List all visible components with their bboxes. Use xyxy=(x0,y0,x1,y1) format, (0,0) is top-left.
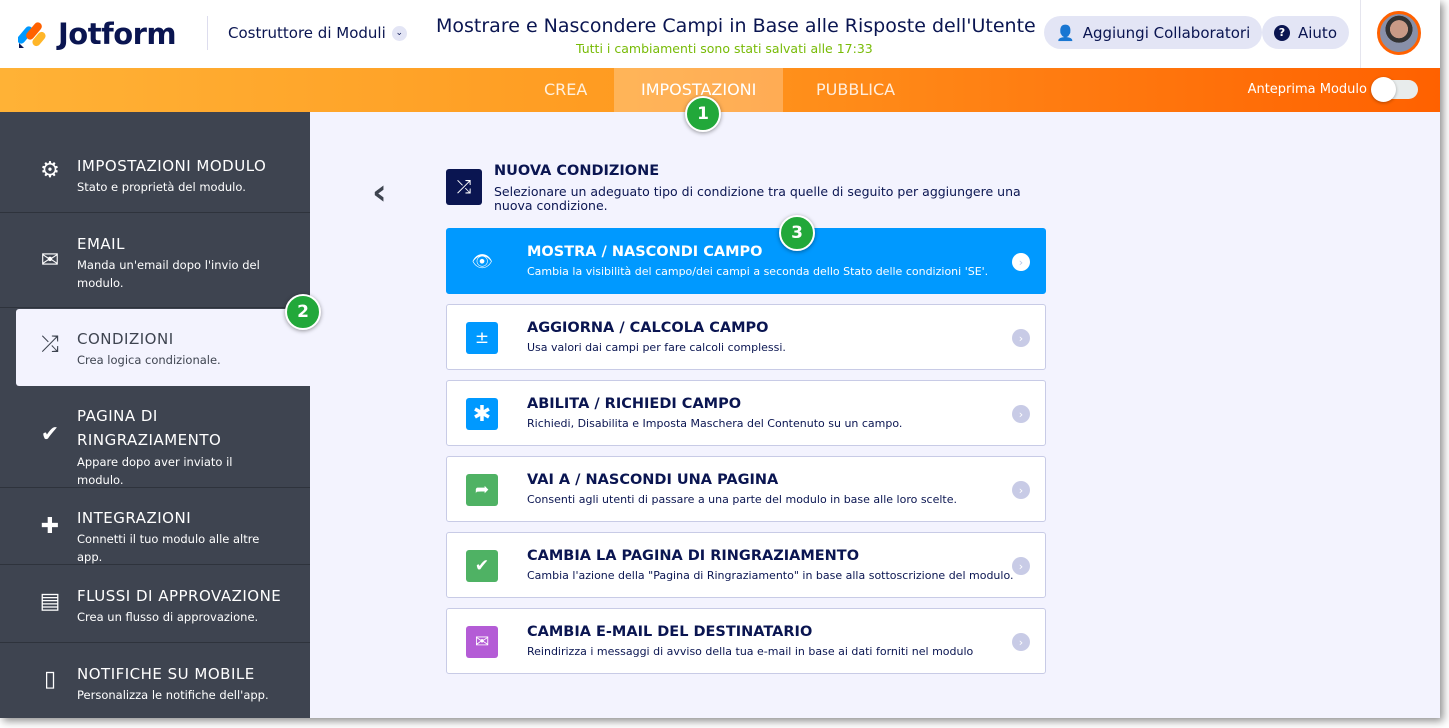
card-desc: Cambia l'azione della "Pagina di Ringraz… xyxy=(527,569,1014,582)
sidebar-item-desc: Manda un'email dopo l'invio del modulo. xyxy=(77,258,260,290)
gear-icon: ⚙ xyxy=(40,158,60,183)
chevron-right-icon: › xyxy=(1012,329,1030,347)
chevron-right-icon: › xyxy=(1012,405,1030,423)
save-status: Tutti i cambiamenti sono stati salvati a… xyxy=(576,41,873,56)
help-label: Aiuto xyxy=(1298,23,1337,42)
divider xyxy=(207,16,208,50)
eye-icon: 👁 xyxy=(471,252,493,272)
form-title[interactable]: Mostrare e Nascondere Campi in Base alle… xyxy=(436,15,1036,37)
sidebar-item-title: EMAIL xyxy=(77,235,125,253)
sidebar-item-desc: Crea un flusso di approvazione. xyxy=(77,610,259,624)
jotform-logo-icon xyxy=(18,22,46,48)
condition-show-hide-field[interactable]: 👁 MOSTRA / NASCONDI CAMPO Cambia la visibi… xyxy=(446,228,1046,294)
card-desc: Cambia la visibilità del campo/dei campi… xyxy=(527,265,989,278)
sidebar: ⚙ IMPOSTAZIONI MODULO Stato e proprietà de… xyxy=(0,112,310,718)
sidebar-item-integrations[interactable]: ✚ INTEGRAZIONI Connetti il tuo modulo alle… xyxy=(0,488,310,565)
divider xyxy=(1360,0,1361,68)
step-badge-2: 2 xyxy=(285,294,321,330)
condition-skip-hide-page[interactable]: ➦ VAI A / NASCONDI UNA PAGINA Consenti agl… xyxy=(446,456,1046,522)
sidebar-item-approval-flows[interactable]: ▤ FLUSSI DI APPROVAZIONE Crea un flusso di… xyxy=(0,565,310,643)
toggle-switch[interactable] xyxy=(1371,77,1418,102)
card-title: CAMBIA LA PAGINA DI RINGRAZIAMENTO xyxy=(527,548,860,564)
sidebar-item-title: PAGINA DI RINGRAZIAMENTO xyxy=(77,407,222,449)
chevron-right-icon: › xyxy=(1012,481,1030,499)
add-collaborators-button[interactable]: 👤 Aggiungi Collaboratori xyxy=(1044,16,1263,49)
card-desc: Usa valori dai campi per fare calcoli co… xyxy=(527,341,786,354)
collab-label: Aggiungi Collaboratori xyxy=(1082,23,1251,42)
sidebar-item-mobile-notifications[interactable]: ▯ NOTIFICHE SU MOBILE Personalizza le noti… xyxy=(0,643,310,718)
sidebar-item-desc: Connetti il tuo modulo alle altre app. xyxy=(77,532,260,564)
card-desc: Reindirizza i messaggi di avviso della t… xyxy=(527,645,974,658)
sidebar-item-title: NOTIFICHE SU MOBILE xyxy=(77,665,255,683)
user-icon: 👤 xyxy=(1056,23,1075,42)
builder-label: Costruttore di Moduli xyxy=(228,24,386,42)
header: Jotform Costruttore di Moduli ⌄ Mostrare … xyxy=(0,0,1440,68)
envelope-icon: ✉ xyxy=(40,248,60,273)
section-title: NUOVA CONDIZIONE xyxy=(494,163,660,179)
card-title: AGGIORNA / CALCOLA CAMPO xyxy=(527,320,769,336)
condition-change-email-recipient[interactable]: ✉ CAMBIA E-MAIL DEL DESTINATARIO Reindiriz… xyxy=(446,608,1046,674)
condition-enable-require-field[interactable]: ✱ ABILITA / RICHIEDI CAMPO Richiedi, Disab… xyxy=(446,380,1046,446)
nav-bar: CREA IMPOSTAZIONI PUBBLICA Anteprima Mod… xyxy=(0,68,1440,112)
shuffle-icon: ⤮ xyxy=(41,332,59,357)
puzzle-icon: ✚ xyxy=(40,514,60,539)
jotform-logo[interactable]: Jotform xyxy=(18,17,177,51)
card-title: VAI A / NASCONDI UNA PAGINA xyxy=(527,472,779,488)
card-desc: Richiedi, Disabilita e Imposta Maschera … xyxy=(527,417,903,430)
tab-crea[interactable]: CREA xyxy=(517,68,614,112)
sidebar-item-desc: Appare dopo aver inviato il modulo. xyxy=(77,455,233,487)
form-preview-toggle[interactable]: Anteprima Modulo xyxy=(1247,77,1418,102)
chevron-right-icon: › xyxy=(1012,253,1030,271)
app-window: Jotform Costruttore di Moduli ⌄ Mostrare … xyxy=(0,0,1440,718)
asterisk-icon: ✱ xyxy=(466,398,498,430)
check-circle-icon: ✔ xyxy=(466,550,498,582)
builder-dropdown[interactable]: Costruttore di Moduli ⌄ xyxy=(228,24,407,42)
help-icon: ? xyxy=(1274,24,1290,41)
logo-text: Jotform xyxy=(58,17,177,51)
sidebar-item-thank-you[interactable]: ✔ PAGINA DI RINGRAZIAMENTO Appare dopo ave… xyxy=(0,386,310,488)
section-desc: Selezionare un adeguato tipo di condizio… xyxy=(494,184,1021,213)
sidebar-item-email[interactable]: ✉ EMAIL Manda un'email dopo l'invio del mo… xyxy=(0,213,310,308)
back-chevron-icon[interactable]: ‹ xyxy=(372,172,387,213)
condition-change-thank-you-page[interactable]: ✔ CAMBIA LA PAGINA DI RINGRAZIAMENTO Cambi… xyxy=(446,532,1046,598)
preview-label: Anteprima Modulo xyxy=(1247,82,1367,97)
chevron-right-icon: › xyxy=(1012,557,1030,575)
sidebar-item-desc: Crea logica condizionale. xyxy=(77,353,221,367)
sidebar-item-desc: Personalizza le notifiche dell'app. xyxy=(77,688,269,702)
chevron-down-icon: ⌄ xyxy=(391,25,407,41)
card-desc: Consenti agli utenti di passare a una pa… xyxy=(527,493,958,506)
card-title: CAMBIA E-MAIL DEL DESTINATARIO xyxy=(527,624,813,640)
mobile-icon: ▯ xyxy=(43,667,57,692)
sidebar-item-desc: Stato e proprietà del modulo. xyxy=(77,180,246,194)
shuffle-icon: ⤮ xyxy=(446,169,482,205)
step-badge-3: 3 xyxy=(779,215,815,251)
sidebar-item-title: FLUSSI DI APPROVAZIONE xyxy=(77,587,282,605)
condition-update-calculate-field[interactable]: ± AGGIORNA / CALCOLA CAMPO Usa valori dai … xyxy=(446,304,1046,370)
avatar[interactable] xyxy=(1377,11,1421,55)
chevron-right-icon: › xyxy=(1012,633,1030,651)
check-circle-icon: ✔ xyxy=(40,422,60,447)
help-button[interactable]: ? Aiuto xyxy=(1262,16,1349,49)
envelope-icon: ✉ xyxy=(466,626,498,658)
sidebar-item-title: CONDIZIONI xyxy=(77,330,174,348)
card-title: ABILITA / RICHIEDI CAMPO xyxy=(527,396,742,412)
tab-pubblica[interactable]: PUBBLICA xyxy=(789,68,922,112)
sidebar-item-form-settings[interactable]: ⚙ IMPOSTAZIONI MODULO Stato e proprietà de… xyxy=(0,112,310,213)
calculator-icon: ± xyxy=(466,322,498,354)
card-title: MOSTRA / NASCONDI CAMPO xyxy=(527,244,763,260)
sidebar-item-conditions[interactable]: ⤮ CONDIZIONI Crea logica condizionale. xyxy=(16,309,310,386)
share-arrow-icon: ➦ xyxy=(466,474,498,506)
sidebar-item-title: IMPOSTAZIONI MODULO xyxy=(77,157,267,175)
sidebar-item-title: INTEGRAZIONI xyxy=(77,509,192,527)
approval-icon: ▤ xyxy=(39,589,61,614)
step-badge-1: 1 xyxy=(685,96,721,132)
